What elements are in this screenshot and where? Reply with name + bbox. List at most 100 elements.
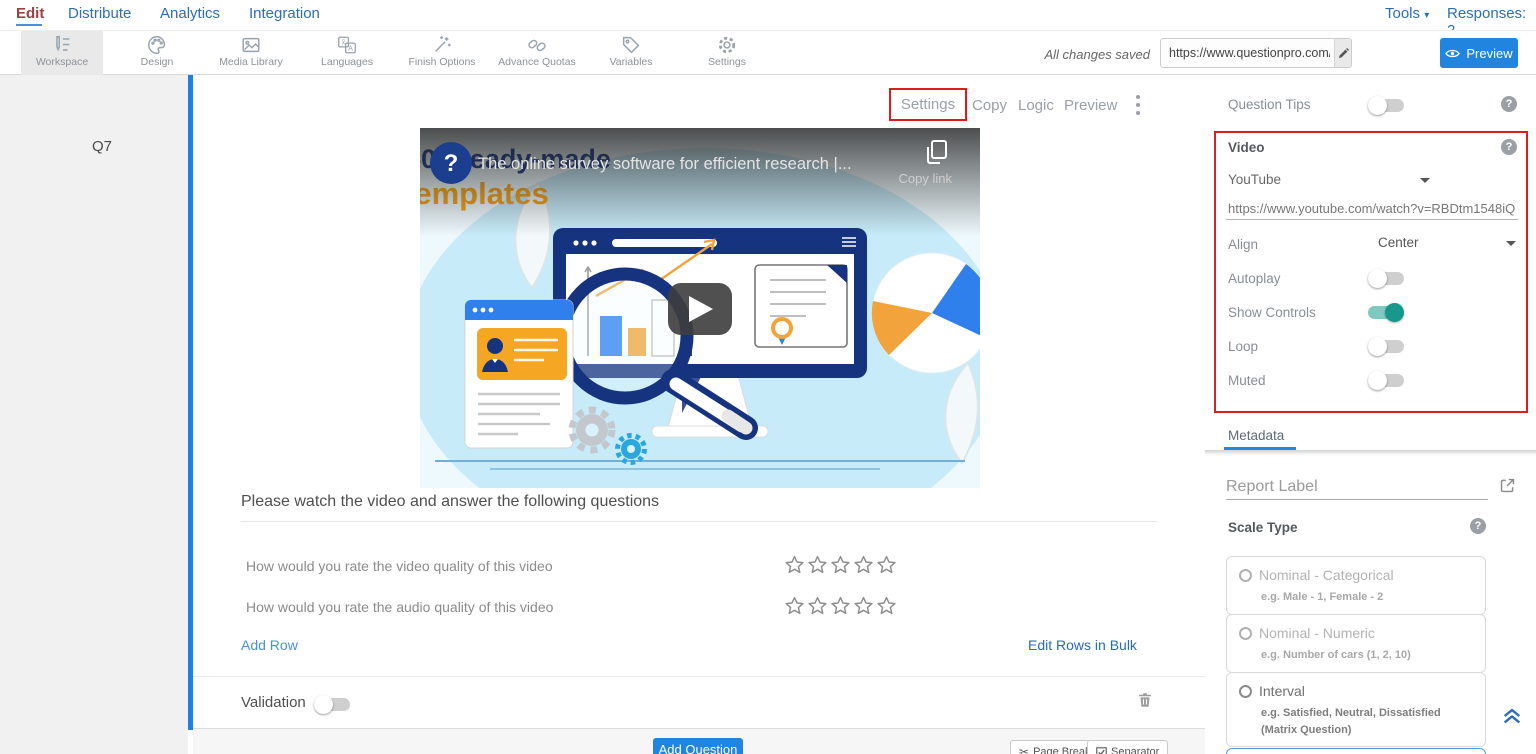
scroll-to-top-icon[interactable] xyxy=(1501,705,1523,727)
preview-button[interactable]: Preview xyxy=(1440,38,1518,68)
star-icon[interactable] xyxy=(784,595,805,616)
question-settings-action[interactable]: Settings xyxy=(901,96,955,113)
video-title[interactable]: The online survey software for efficient… xyxy=(478,155,852,173)
tab-metadata[interactable]: Metadata xyxy=(1228,428,1284,443)
report-label-input[interactable] xyxy=(1226,475,1488,500)
question-tips-label: Question Tips xyxy=(1228,97,1311,112)
scale-option-nominal-categorical[interactable]: Nominal - Categorical e.g. Male - 1, Fem… xyxy=(1226,556,1486,615)
toolbar-item-variables[interactable]: Variables xyxy=(590,31,672,75)
copy-link-label: Copy link xyxy=(899,171,953,186)
star-icon[interactable] xyxy=(807,554,828,575)
tab-analytics[interactable]: Analytics xyxy=(160,5,220,22)
top-nav: Edit Distribute Analytics Integration To… xyxy=(0,0,1536,30)
toolbar-label: Workspace xyxy=(21,56,103,68)
edit-url-button[interactable] xyxy=(1334,39,1351,67)
help-icon[interactable]: ? xyxy=(1501,139,1517,155)
toolbar-label: Settings xyxy=(686,56,768,68)
tab-edit[interactable]: Edit xyxy=(16,5,44,22)
autosave-status: All changes saved xyxy=(1044,47,1150,62)
matrix-row-label[interactable]: How would you rate the video quality of … xyxy=(246,558,553,574)
tag-icon xyxy=(620,34,642,56)
toolbar-label: Finish Options xyxy=(401,56,483,68)
toolbar-item-settings[interactable]: Settings xyxy=(686,31,768,75)
questionpro-survey-editor: Edit Distribute Analytics Integration To… xyxy=(0,0,1536,754)
star-icon[interactable] xyxy=(876,595,897,616)
validation-label: Validation xyxy=(241,694,306,711)
add-row-link[interactable]: Add Row xyxy=(241,637,298,653)
edit-rows-in-bulk-link[interactable]: Edit Rows in Bulk xyxy=(1028,637,1137,653)
star-icon[interactable] xyxy=(853,554,874,575)
question-number[interactable]: Q7 xyxy=(92,138,112,155)
video-thumbnail-illustration: 50+ ready-made templates ? The online su… xyxy=(420,128,980,488)
question-copy-action[interactable]: Copy xyxy=(972,97,1007,114)
toolbar-item-advance-quotas[interactable]: Advance Quotas xyxy=(496,31,578,75)
question-preview-action[interactable]: Preview xyxy=(1064,97,1117,114)
tools-menu[interactable]: Tools ▾ xyxy=(1385,5,1429,22)
radio-icon[interactable] xyxy=(1239,627,1252,640)
toolbar-item-workspace[interactable]: Workspace xyxy=(21,31,103,75)
survey-url-box xyxy=(1160,38,1352,68)
loop-toggle[interactable] xyxy=(1368,340,1404,353)
help-icon[interactable]: ? xyxy=(1470,518,1486,534)
validation-toggle[interactable] xyxy=(314,698,350,711)
autoplay-toggle[interactable] xyxy=(1368,272,1404,285)
workspace-icon xyxy=(51,34,73,56)
toolbar-item-languages[interactable]: x̄A Languages xyxy=(306,31,388,75)
toolbar-item-finish-options[interactable]: Finish Options xyxy=(401,31,483,75)
wand-icon xyxy=(431,34,453,56)
star-icon[interactable] xyxy=(807,595,828,616)
chevron-down-icon[interactable] xyxy=(1506,241,1516,246)
scale-option-label: Nominal - Numeric xyxy=(1259,625,1375,641)
toolbar-label: Design xyxy=(116,56,198,68)
question-text[interactable]: Please watch the video and answer the fo… xyxy=(241,493,659,511)
scale-option-label: Interval xyxy=(1259,683,1305,699)
image-icon xyxy=(240,34,262,56)
scale-option-nominal-numeric[interactable]: Nominal - Numeric e.g. Number of cars (1… xyxy=(1226,614,1486,673)
checkbox-icon xyxy=(1096,747,1107,754)
question-tips-toggle[interactable] xyxy=(1368,99,1404,112)
autoplay-label: Autoplay xyxy=(1228,271,1281,286)
show-controls-label: Show Controls xyxy=(1228,305,1316,320)
edit-active-underline xyxy=(16,24,42,26)
toolbar-label: Media Library xyxy=(210,56,292,68)
divider xyxy=(241,521,1157,522)
chevron-down-icon[interactable] xyxy=(1420,178,1430,183)
muted-toggle[interactable] xyxy=(1368,374,1404,387)
toolbar-item-design[interactable]: Design xyxy=(116,31,198,75)
question-editor-card: Settings Copy Logic Preview xyxy=(193,75,1205,728)
external-link-icon[interactable] xyxy=(1499,477,1516,494)
video-provider-select[interactable]: YouTube xyxy=(1228,172,1281,187)
video-url-input[interactable]: https://www.youtube.com/watch?v=RBDtm154… xyxy=(1228,201,1516,216)
star-icon[interactable] xyxy=(830,595,851,616)
delete-question-icon[interactable] xyxy=(1136,690,1154,710)
star-rating-row-1 xyxy=(784,554,897,575)
survey-url-input[interactable] xyxy=(1161,39,1334,67)
scale-option-next-partial[interactable] xyxy=(1226,748,1486,754)
toolbar-item-media-library[interactable]: Media Library xyxy=(210,31,292,75)
scale-option-example: e.g. Male - 1, Female - 2 xyxy=(1261,589,1475,606)
question-logic-action[interactable]: Logic xyxy=(1018,97,1054,114)
question-more-menu[interactable] xyxy=(1136,95,1140,119)
youtube-video-player[interactable]: 50+ ready-made templates ? The online su… xyxy=(420,128,980,488)
separator-button[interactable]: Separator xyxy=(1087,740,1168,754)
tab-distribute[interactable]: Distribute xyxy=(68,5,131,22)
star-icon[interactable] xyxy=(784,554,805,575)
show-controls-toggle[interactable] xyxy=(1368,306,1404,319)
star-icon[interactable] xyxy=(853,595,874,616)
align-select[interactable]: Center xyxy=(1378,235,1419,250)
eye-icon xyxy=(1445,48,1460,59)
scale-option-example: e.g. Number of cars (1, 2, 10) xyxy=(1261,647,1475,664)
add-question-button[interactable]: Add Question xyxy=(653,738,743,754)
matrix-row-label[interactable]: How would you rate the audio quality of … xyxy=(246,599,553,615)
radio-icon[interactable] xyxy=(1239,569,1252,582)
radio-icon[interactable] xyxy=(1239,685,1252,698)
question-actions-bar: Add Question ✂ Page Break Separator xyxy=(193,728,1205,754)
scale-option-interval[interactable]: Interval e.g. Satisfied, Neutral, Dissat… xyxy=(1226,672,1486,747)
tab-integration[interactable]: Integration xyxy=(249,5,320,22)
star-icon[interactable] xyxy=(830,554,851,575)
question-settings-panel: Question Tips ? Video ? YouTube https://… xyxy=(1205,75,1536,754)
star-icon[interactable] xyxy=(876,554,897,575)
editor-toolbar: Workspace Design Media Library x̄A Langu… xyxy=(0,30,1536,75)
help-icon[interactable]: ? xyxy=(1501,96,1517,112)
loop-label: Loop xyxy=(1228,339,1258,354)
